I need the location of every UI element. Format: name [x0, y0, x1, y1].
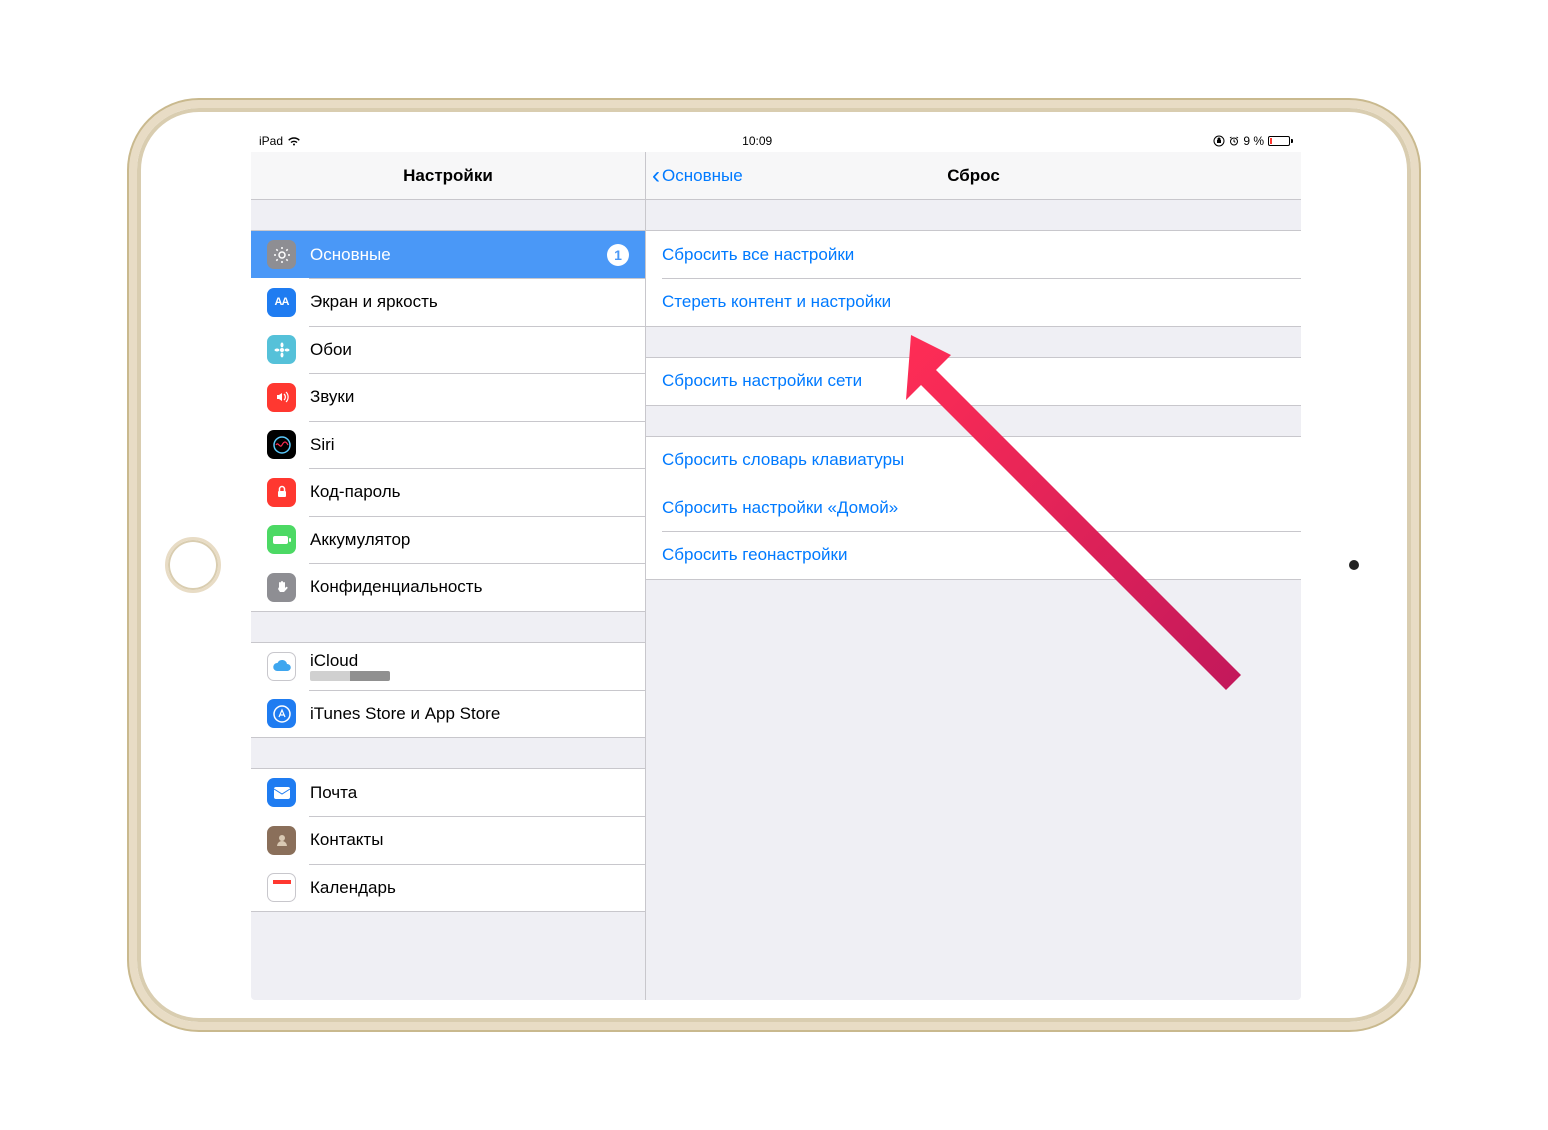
sidebar-item-battery[interactable]: Аккумулятор — [251, 516, 645, 563]
sidebar-item-label: Контакты — [310, 830, 629, 850]
sidebar-group: Основные 1 AA Экран и яркость Обои — [251, 230, 645, 612]
sidebar-title: Настройки — [251, 166, 645, 186]
chevron-left-icon: ‹ — [652, 164, 660, 188]
sidebar-item-label: Календарь — [310, 878, 629, 898]
sidebar-item-label: Экран и яркость — [310, 292, 629, 312]
sidebar-item-mail[interactable]: Почта — [251, 769, 645, 816]
sidebar-item-privacy[interactable]: Конфиденциальность — [251, 564, 645, 611]
sidebar-item-label: Основные — [310, 245, 593, 265]
lock-icon — [267, 478, 296, 507]
sidebar-group: iCloud iTunes Store и App Store — [251, 642, 645, 739]
alarm-icon — [1229, 136, 1239, 146]
ipad-frame: iPad 10:09 9 % — [129, 100, 1419, 1030]
sidebar-item-contacts[interactable]: Контакты — [251, 817, 645, 864]
icloud-account-redacted — [310, 671, 390, 681]
hand-icon — [267, 573, 296, 602]
sidebar-item-wallpaper[interactable]: Обои — [251, 326, 645, 373]
reset-group: Сбросить настройки сети — [646, 357, 1301, 406]
person-icon — [267, 826, 296, 855]
detail-pane: ‹ Основные Сброс Сбросить все настройки … — [646, 152, 1301, 1000]
sidebar-item-sounds[interactable]: Звуки — [251, 374, 645, 421]
sidebar-item-label: iCloud — [310, 651, 390, 671]
battery-pct: 9 % — [1243, 134, 1264, 148]
sidebar-item-label: Аккумулятор — [310, 530, 629, 550]
sidebar-navbar: Настройки — [251, 152, 645, 200]
back-label: Основные — [662, 166, 743, 186]
orientation-lock-icon — [1213, 135, 1225, 147]
camera-dot — [1349, 560, 1359, 570]
sidebar-item-passcode[interactable]: Код-пароль — [251, 469, 645, 516]
sidebar-item-itunes[interactable]: iTunes Store и App Store — [251, 690, 645, 737]
detail-navbar: ‹ Основные Сброс — [646, 152, 1301, 200]
sidebar-item-icloud[interactable]: iCloud — [251, 643, 645, 690]
speaker-icon — [267, 383, 296, 412]
home-button[interactable] — [165, 537, 221, 593]
reset-group: Сбросить словарь клавиатуры Сбросить нас… — [646, 436, 1301, 580]
sidebar-item-label: Звуки — [310, 387, 629, 407]
sidebar-item-label: Почта — [310, 783, 629, 803]
battery-icon — [1268, 136, 1293, 146]
erase-all-content[interactable]: Стереть контент и настройки — [646, 279, 1301, 326]
sidebar-item-label: Siri — [310, 435, 629, 455]
back-button[interactable]: ‹ Основные — [646, 164, 743, 188]
screen: iPad 10:09 9 % — [251, 130, 1301, 1000]
reset-all-settings[interactable]: Сбросить все настройки — [646, 231, 1301, 278]
text-size-icon: AA — [267, 288, 296, 317]
sidebar-item-display[interactable]: AA Экран и яркость — [251, 279, 645, 326]
sidebar-item-label: iTunes Store и App Store — [310, 704, 629, 724]
sidebar-item-label: Код-пароль — [310, 482, 629, 502]
siri-icon — [267, 430, 296, 459]
appstore-icon — [267, 699, 296, 728]
clock: 10:09 — [301, 134, 1213, 148]
sidebar-item-label: Обои — [310, 340, 629, 360]
settings-sidebar: Настройки Основные 1 AA Экран и яркость — [251, 152, 646, 1000]
envelope-icon — [267, 778, 296, 807]
reset-location[interactable]: Сбросить геонастройки — [646, 532, 1301, 579]
reset-network[interactable]: Сбросить настройки сети — [646, 358, 1301, 405]
reset-home[interactable]: Сбросить настройки «Домой» — [646, 484, 1301, 531]
sidebar-group: Почта Контакты Календарь — [251, 768, 645, 912]
wifi-icon — [287, 136, 301, 146]
calendar-icon — [267, 873, 296, 902]
status-bar: iPad 10:09 9 % — [251, 130, 1301, 152]
sidebar-item-general[interactable]: Основные 1 — [251, 231, 645, 278]
sidebar-item-calendar[interactable]: Календарь — [251, 864, 645, 911]
gear-icon — [267, 240, 296, 269]
cloud-icon — [267, 652, 296, 681]
flower-icon — [267, 335, 296, 364]
reset-group: Сбросить все настройки Стереть контент и… — [646, 230, 1301, 327]
detail-title: Сброс — [646, 166, 1301, 186]
battery-icon — [267, 525, 296, 554]
badge: 1 — [607, 244, 629, 266]
sidebar-item-label: Конфиденциальность — [310, 577, 629, 597]
reset-keyboard-dict[interactable]: Сбросить словарь клавиатуры — [646, 437, 1301, 484]
device-label: iPad — [259, 134, 283, 148]
sidebar-item-siri[interactable]: Siri — [251, 421, 645, 468]
